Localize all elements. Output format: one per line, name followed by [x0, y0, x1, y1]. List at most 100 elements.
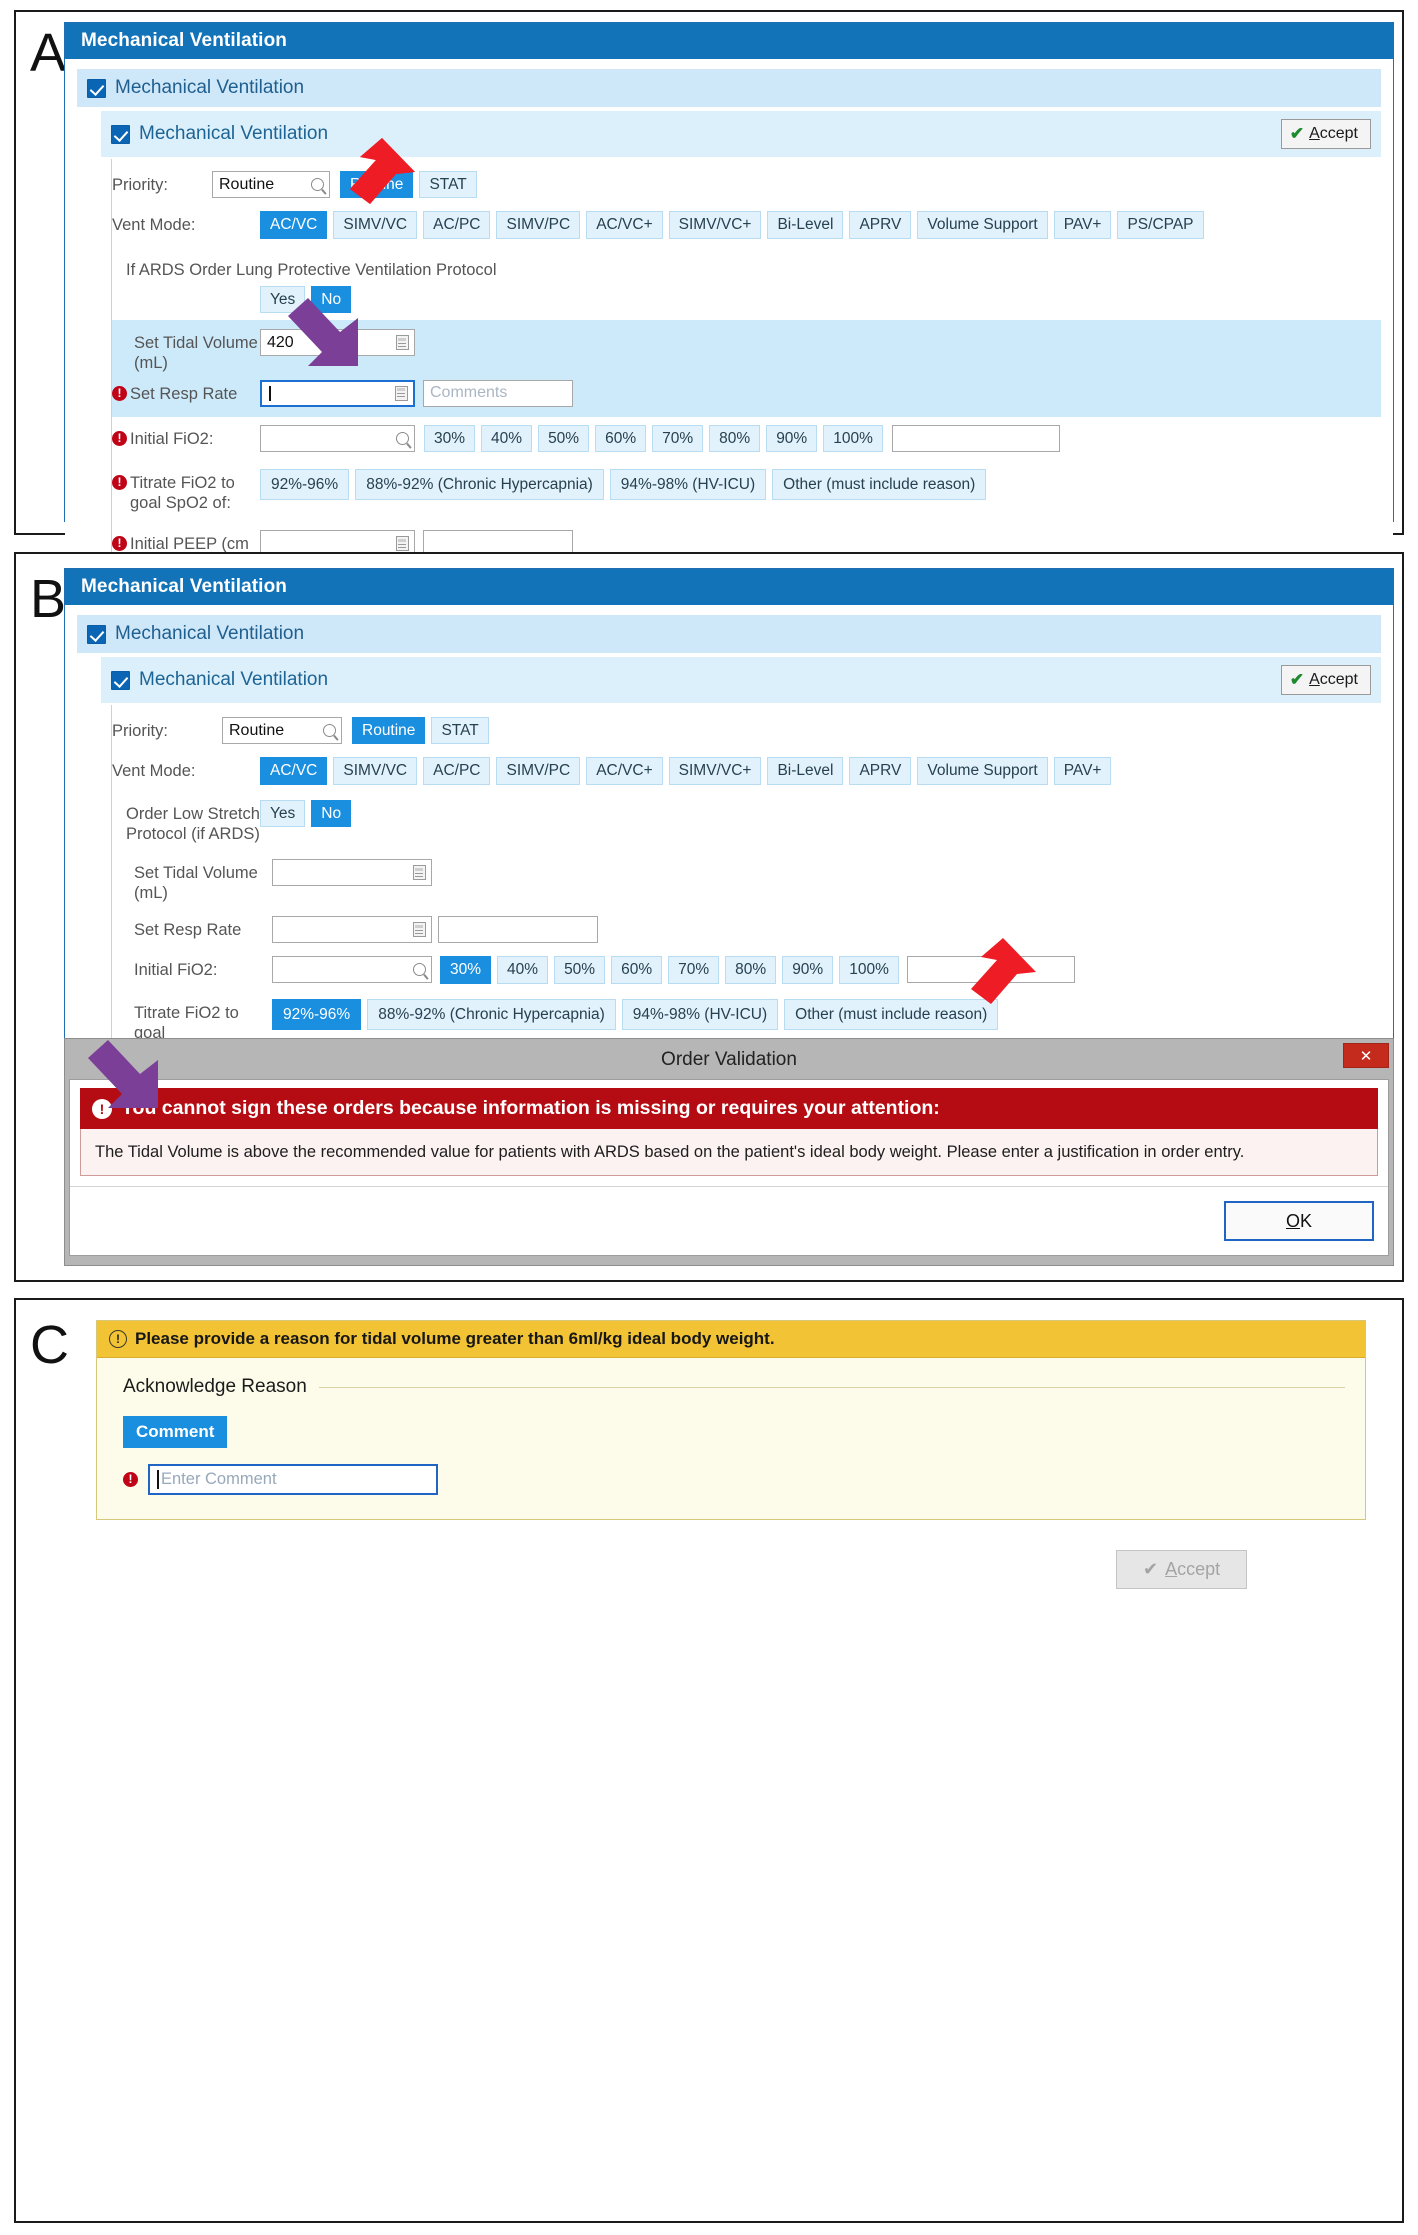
label-fio2-b: Initial FiO2:: [134, 961, 218, 980]
search-icon[interactable]: [394, 430, 410, 446]
pill-fio2-50-b[interactable]: 50%: [554, 956, 606, 984]
pill-titrate-94-98-b[interactable]: 94%-98% (HV-ICU): [621, 998, 779, 1030]
checkbox-mechanical-ventilation-inner-b[interactable]: [111, 670, 130, 690]
input-resp-rate-b[interactable]: [272, 916, 432, 944]
pill-vent-simvvcplus-a[interactable]: SIMV/VC+: [668, 211, 762, 239]
search-icon[interactable]: [321, 723, 337, 739]
pill-fio2-40-a[interactable]: 40%: [481, 424, 533, 452]
accept-button-b[interactable]: ✔ Accept: [1280, 665, 1371, 695]
pill-fio2-70-b[interactable]: 70%: [668, 956, 720, 984]
ok-button[interactable]: OK: [1224, 1201, 1374, 1242]
pill-titrate-94-98-a[interactable]: 94%-98% (HV-ICU): [609, 468, 767, 501]
group-label-outer-a: Mechanical Ventilation: [115, 77, 305, 98]
purple-arrow-annotation-a: [288, 298, 358, 366]
pill-fio2-30-b[interactable]: 30%: [440, 956, 492, 984]
pill-vent-aprv-a[interactable]: APRV: [849, 211, 912, 239]
pill-titrate-88-92-b[interactable]: 88%-92% (Chronic Hypercapnia): [367, 998, 616, 1030]
group-header-outer-b[interactable]: Mechanical Ventilation: [77, 615, 1381, 653]
pill-vent-simvvc-b[interactable]: SIMV/VC: [333, 757, 418, 785]
pill-titrate-other-a[interactable]: Other (must include reason): [772, 468, 987, 501]
row-titrate-a: Titrate FiO2 to goal SpO2 of: 92%-96% 88…: [112, 459, 1381, 520]
calculator-icon[interactable]: [411, 865, 427, 881]
pill-vent-acvcplus-a[interactable]: AC/VC+: [586, 211, 663, 239]
input-fio2-other-a[interactable]: [891, 424, 1060, 452]
pill-vent-acpc-a[interactable]: AC/PC: [423, 211, 491, 239]
pill-vent-acvc-b[interactable]: AC/VC: [260, 757, 328, 785]
figure-root: A Mechanical Ventilation Mechanical Vent…: [0, 0, 1418, 2235]
input-fio2-b[interactable]: [272, 956, 432, 984]
pill-vent-simvpc-a[interactable]: SIMV/PC: [496, 211, 581, 239]
comment-placeholder: Enter Comment: [161, 1470, 277, 1488]
pill-priority-routine-b[interactable]: Routine: [352, 717, 426, 745]
pill-fio2-50-a[interactable]: 50%: [538, 424, 590, 452]
input-fio2-a[interactable]: [260, 424, 415, 452]
pill-priority-stat-a[interactable]: STAT: [419, 171, 477, 199]
panel-b-letter: B: [30, 569, 67, 629]
pill-vent-pavplus-b[interactable]: PAV+: [1053, 757, 1112, 785]
checkbox-mechanical-ventilation-outer-b[interactable]: [87, 624, 106, 644]
pill-vent-pavplus-a[interactable]: PAV+: [1053, 211, 1112, 239]
calculator-icon[interactable]: [394, 335, 410, 351]
titrate-options-b: 92%-96% 88%-92% (Chronic Hypercapnia) 94…: [272, 998, 999, 1030]
input-resp-rate-comment-a[interactable]: Comments: [423, 379, 573, 407]
pill-vent-volume-support-a[interactable]: Volume Support: [917, 211, 1048, 239]
red-arrow-annotation-b: [971, 938, 1036, 1004]
label-low-stretch-line1-b: Order Low Stretch: [126, 804, 260, 823]
pill-vent-volume-support-b[interactable]: Volume Support: [917, 757, 1048, 785]
pill-fio2-60-a[interactable]: 60%: [595, 424, 647, 452]
pill-fio2-40-b[interactable]: 40%: [497, 956, 549, 984]
label-titrate-a: Titrate FiO2 to goal SpO2 of:: [112, 469, 260, 513]
pill-vent-simvvcplus-b[interactable]: SIMV/VC+: [668, 757, 762, 785]
input-resp-rate-comment-b[interactable]: [438, 916, 598, 944]
pill-fio2-100-a[interactable]: 100%: [823, 424, 883, 452]
pill-fio2-60-b[interactable]: 60%: [611, 956, 663, 984]
pill-fio2-90-b[interactable]: 90%: [782, 956, 834, 984]
pill-fio2-30-a[interactable]: 30%: [424, 424, 476, 452]
comment-button[interactable]: Comment: [123, 1416, 228, 1448]
pill-titrate-88-92-a[interactable]: 88%-92% (Chronic Hypercapnia): [355, 468, 604, 501]
group-header-inner-a[interactable]: Mechanical Ventilation ✔ Accept: [101, 111, 1381, 157]
pill-low-stretch-yes-b[interactable]: Yes: [260, 799, 306, 828]
priority-value-a: Routine: [219, 175, 275, 193]
comment-input[interactable]: Enter Comment: [148, 1464, 438, 1495]
pill-vent-pscpap-a[interactable]: PS/CPAP: [1117, 211, 1204, 239]
window-title-a: Mechanical Ventilation: [65, 23, 1393, 59]
pill-vent-simvpc-b[interactable]: SIMV/PC: [496, 757, 581, 785]
accept-button-disabled-c[interactable]: ✔ Accept: [1116, 1550, 1248, 1589]
pill-fio2-90-a[interactable]: 90%: [766, 424, 818, 452]
label-resp-rate-b: Set Resp Rate: [134, 921, 242, 940]
pill-vent-aprv-b[interactable]: APRV: [849, 757, 912, 785]
input-resp-rate-a[interactable]: [260, 379, 415, 407]
calculator-icon[interactable]: [394, 536, 410, 552]
close-icon[interactable]: ✕: [1343, 1043, 1389, 1068]
group-header-outer-a[interactable]: Mechanical Ventilation: [77, 69, 1381, 107]
row-vent-mode-b: Vent Mode: AC/VC SIMV/VC AC/PC SIMV/PC A…: [112, 751, 1381, 791]
pill-fio2-70-a[interactable]: 70%: [652, 424, 704, 452]
checkbox-mechanical-ventilation-outer-a[interactable]: [87, 78, 106, 98]
group-header-inner-b[interactable]: Mechanical Ventilation ✔ Accept: [101, 657, 1381, 703]
pill-titrate-92-96-a[interactable]: 92%-96%: [260, 468, 350, 501]
label-low-stretch-line2-b: Protocol (if ARDS): [126, 824, 260, 843]
pill-fio2-80-b[interactable]: 80%: [725, 956, 777, 984]
label-tidal-volume-line2-a: (mL): [134, 354, 168, 373]
pill-priority-stat-b[interactable]: STAT: [431, 717, 489, 745]
pill-vent-bilevel-b[interactable]: Bi-Level: [767, 757, 844, 785]
acknowledge-reason-card: ! Please provide a reason for tidal volu…: [96, 1320, 1366, 1520]
pill-low-stretch-no-b[interactable]: No: [311, 799, 352, 828]
input-priority-b[interactable]: Routine: [222, 717, 342, 744]
label-peep-line1-a: Initial PEEP (cm: [130, 535, 249, 554]
pill-vent-bilevel-a[interactable]: Bi-Level: [767, 211, 844, 239]
input-tidal-volume-b[interactable]: [272, 859, 432, 886]
pill-titrate-92-96-b[interactable]: 92%-96%: [272, 998, 362, 1030]
pill-vent-acpc-b[interactable]: AC/PC: [423, 757, 491, 785]
search-icon[interactable]: [411, 962, 427, 978]
calculator-icon[interactable]: [411, 922, 427, 938]
checkbox-mechanical-ventilation-inner-a[interactable]: [111, 124, 130, 144]
calculator-icon[interactable]: [393, 385, 409, 401]
pill-fio2-100-b[interactable]: 100%: [839, 956, 899, 984]
pill-vent-acvcplus-b[interactable]: AC/VC+: [586, 757, 663, 785]
required-icon: [112, 536, 127, 552]
pill-fio2-80-a[interactable]: 80%: [709, 424, 761, 452]
accept-button-a[interactable]: ✔ Accept: [1280, 119, 1371, 149]
panel-c-letter: C: [30, 1315, 69, 1375]
